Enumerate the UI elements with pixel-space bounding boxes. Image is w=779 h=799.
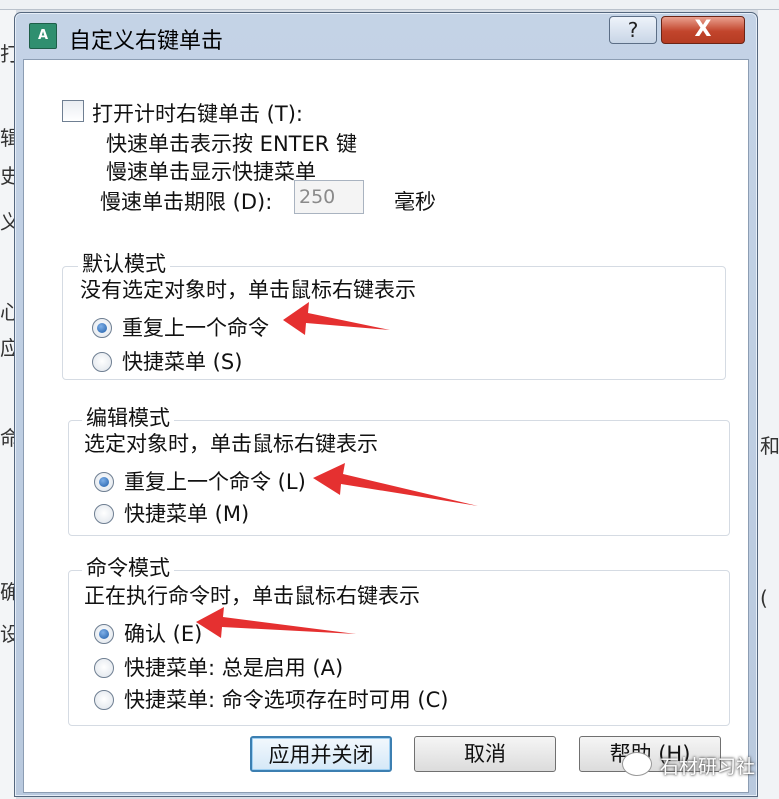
- dialog-title: 自定义右键单击: [69, 29, 224, 54]
- duration-input[interactable]: 250: [294, 180, 364, 214]
- close-button[interactable]: X: [661, 16, 745, 44]
- edit-shortcut-label[interactable]: 快捷菜单 (M): [124, 498, 249, 528]
- default-mode-description: 没有选定对象时，单击鼠标右键表示: [80, 278, 416, 302]
- command-shortcut-options-label[interactable]: 快捷菜单: 命令选项存在时可用 (C): [124, 684, 448, 714]
- dialog-content: 打开计时右键单击 (T): 快速单击表示按 ENTER 键 慢速单击显示快捷菜单…: [23, 59, 749, 793]
- command-confirm-radio[interactable]: [94, 624, 114, 644]
- command-confirm-label[interactable]: 确认 (E): [124, 618, 202, 648]
- app-icon: A: [29, 23, 57, 49]
- duration-label: 慢速单击期限 (D):: [100, 190, 273, 214]
- timed-right-click-checkbox[interactable]: [62, 100, 84, 122]
- wechat-icon: [622, 752, 652, 776]
- background-text-fragment: (: [760, 586, 768, 610]
- command-shortcut-options-radio[interactable]: [94, 690, 114, 710]
- watermark-text: 石材研习社: [660, 756, 756, 778]
- custom-right-click-dialog: A 自定义右键单击 ? X 打开计时右键单击 (T): 快速单击表示按 ENTE…: [14, 12, 758, 797]
- timed-right-click-label[interactable]: 打开计时右键单击 (T):: [92, 98, 303, 128]
- title-help-button[interactable]: ?: [609, 16, 657, 44]
- cancel-button[interactable]: 取消: [414, 736, 556, 772]
- default-repeat-label[interactable]: 重复上一个命令: [122, 312, 269, 342]
- command-mode-title: 命令模式: [82, 552, 174, 582]
- default-shortcut-label[interactable]: 快捷菜单 (S): [122, 346, 242, 376]
- default-shortcut-radio[interactable]: [92, 352, 112, 372]
- background-right-panel: [758, 10, 779, 799]
- duration-unit: 毫秒: [394, 190, 436, 214]
- slow-click-description: 慢速单击显示快捷菜单: [106, 160, 316, 184]
- command-mode-description: 正在执行命令时，单击鼠标右键表示: [84, 584, 420, 608]
- edit-mode-description: 选定对象时，单击鼠标右键表示: [84, 432, 378, 456]
- edit-repeat-label[interactable]: 重复上一个命令 (L): [124, 466, 306, 496]
- quick-click-description: 快速单击表示按 ENTER 键: [106, 132, 358, 156]
- command-shortcut-always-label[interactable]: 快捷菜单: 总是启用 (A): [124, 652, 343, 682]
- edit-repeat-radio[interactable]: [94, 472, 114, 492]
- command-shortcut-always-radio[interactable]: [94, 658, 114, 678]
- background-toolbar-strip: [0, 0, 779, 10]
- background-text-fragment: 和: [760, 434, 779, 458]
- apply-and-close-button[interactable]: 应用并关闭: [250, 736, 392, 772]
- title-bar[interactable]: A 自定义右键单击 ? X: [15, 13, 757, 59]
- default-repeat-radio[interactable]: [92, 318, 112, 338]
- edit-shortcut-radio[interactable]: [94, 504, 114, 524]
